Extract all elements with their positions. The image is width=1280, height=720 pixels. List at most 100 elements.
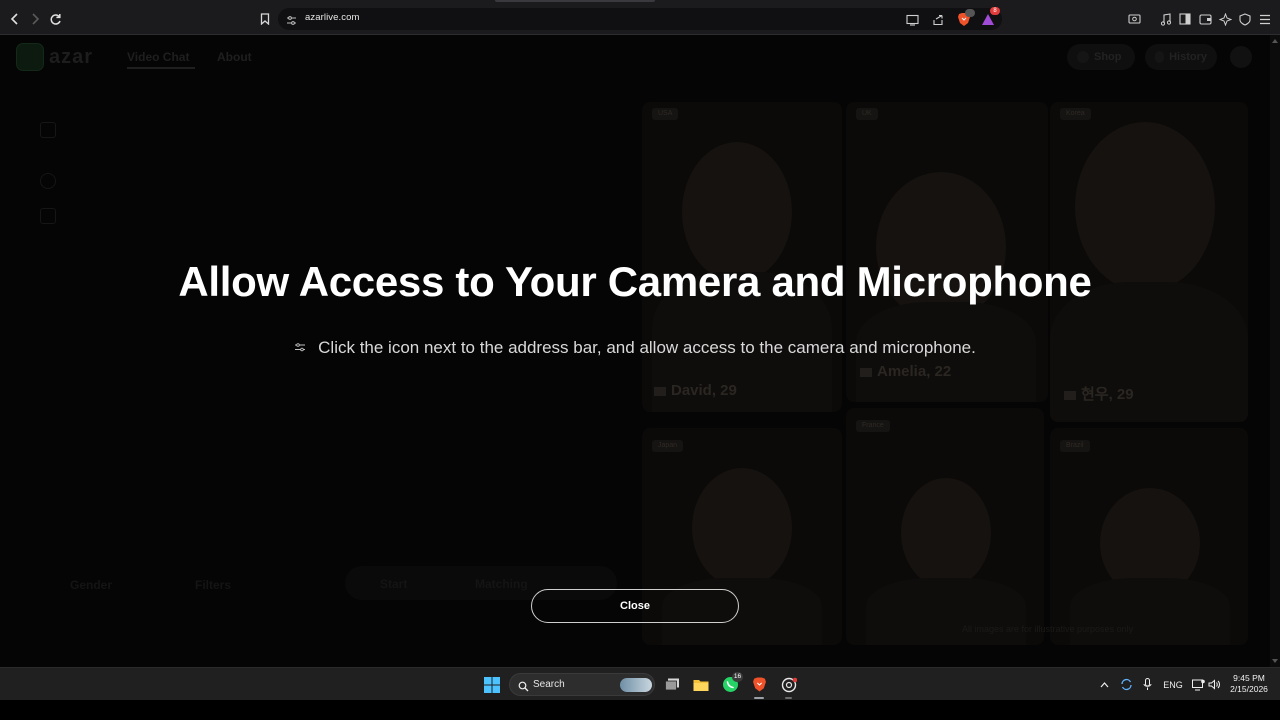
cast-icon[interactable] bbox=[906, 13, 919, 31]
brave-shields-button[interactable] bbox=[954, 4, 975, 34]
show-hidden-icons-button[interactable] bbox=[1097, 668, 1111, 701]
speaker-icon bbox=[1208, 679, 1220, 690]
brave-rewards-button[interactable]: 8 bbox=[978, 4, 1000, 34]
close-button[interactable]: Close bbox=[531, 589, 739, 623]
nav-video-chat[interactable]: Video Chat bbox=[127, 50, 189, 64]
start-label: Start bbox=[380, 577, 408, 591]
active-app-indicator bbox=[754, 697, 764, 699]
filters-button[interactable]: Filters bbox=[195, 578, 231, 592]
description-text: Click the icon next to the address bar, … bbox=[318, 338, 976, 357]
brave-shields-badge bbox=[965, 9, 975, 17]
language-label: ENG bbox=[1163, 679, 1183, 690]
microphone-icon bbox=[1143, 678, 1151, 690]
menu-button[interactable] bbox=[1255, 4, 1275, 34]
tile-photo-face bbox=[901, 478, 991, 588]
share-icon[interactable] bbox=[932, 13, 944, 31]
address-bar[interactable]: azarlive.com bbox=[278, 8, 1002, 30]
permission-modal-title: Allow Access to Your Camera and Micropho… bbox=[178, 258, 1092, 305]
clock-date: 2/15/2026 bbox=[1230, 684, 1268, 694]
azar-logo-text: azar bbox=[49, 45, 94, 68]
permission-modal-description: Click the icon next to the address bar, … bbox=[0, 338, 1270, 358]
language-indicator[interactable]: ENG bbox=[1162, 668, 1184, 701]
windows-logo-icon bbox=[484, 676, 500, 693]
sparkle-icon bbox=[1218, 12, 1232, 26]
media-button[interactable] bbox=[1156, 4, 1176, 34]
windows-taskbar: Search 16 ENG 9:45 PM 2/15/2026 bbox=[0, 667, 1280, 701]
tile-country-tag: Japan bbox=[652, 440, 684, 452]
folder-icon bbox=[693, 679, 709, 691]
gender-filter-button[interactable]: Gender bbox=[70, 578, 112, 592]
reload-icon bbox=[50, 13, 61, 25]
taskbar-search-box[interactable]: Search bbox=[509, 673, 655, 696]
hamburger-menu-icon bbox=[1260, 14, 1270, 24]
search-highlight-image bbox=[620, 678, 652, 692]
tile-name: Amelia, 22 bbox=[860, 363, 951, 380]
profile-tile: Brazil bbox=[1050, 428, 1248, 645]
nav-active-underline bbox=[127, 67, 195, 69]
browser-toolbar: azarlive.com 8 bbox=[0, 4, 1280, 35]
fullscreen-icon[interactable] bbox=[40, 122, 56, 138]
tile-name-text: Amelia, 22 bbox=[877, 363, 952, 380]
flag-icon bbox=[1064, 390, 1076, 400]
url-text[interactable]: azarlive.com bbox=[305, 12, 360, 23]
rewards-count-badge: 8 bbox=[990, 7, 1000, 15]
start-button[interactable] bbox=[482, 668, 502, 701]
screenshot-icon bbox=[1127, 14, 1141, 24]
page-scrollbar[interactable] bbox=[1270, 35, 1280, 667]
network-tray-button[interactable] bbox=[1190, 668, 1206, 701]
tile-photo-body bbox=[1070, 578, 1230, 645]
reload-button[interactable] bbox=[45, 4, 65, 34]
history-button[interactable]: History bbox=[1145, 44, 1217, 70]
microphone-tray-button[interactable] bbox=[1140, 668, 1154, 701]
matching-label: Matching bbox=[475, 577, 528, 591]
forward-button[interactable] bbox=[25, 4, 45, 34]
back-button[interactable] bbox=[5, 4, 25, 34]
bookmark-button[interactable] bbox=[255, 4, 275, 34]
active-tab-indicator[interactable] bbox=[495, 0, 655, 2]
shop-button[interactable]: Shop bbox=[1067, 44, 1135, 70]
shield-icon bbox=[1239, 12, 1251, 26]
task-view-button[interactable] bbox=[663, 668, 681, 701]
sync-tray-button[interactable] bbox=[1118, 668, 1134, 701]
volume-tray-button[interactable] bbox=[1207, 668, 1221, 701]
chevron-up-icon bbox=[1100, 681, 1108, 687]
shop-label: Shop bbox=[1094, 51, 1122, 63]
profile-avatar[interactable] bbox=[1230, 46, 1252, 68]
sticker-icon[interactable] bbox=[40, 208, 56, 224]
image-credit-text: All images are for illustrative purposes… bbox=[962, 624, 1134, 634]
profile-tile: USA David, 29 bbox=[642, 102, 842, 412]
taskbar-clock[interactable]: 9:45 PM 2/15/2026 bbox=[1224, 673, 1274, 695]
tile-country-tag: France bbox=[856, 420, 890, 432]
clock-time: 9:45 PM bbox=[1233, 673, 1265, 683]
back-arrow-icon bbox=[10, 13, 18, 25]
tune-settings-icon bbox=[294, 337, 306, 357]
nav-about[interactable]: About bbox=[217, 50, 252, 64]
tile-name-text: David, 29 bbox=[671, 382, 737, 399]
running-app-indicator bbox=[785, 697, 792, 699]
history-label: History bbox=[1169, 51, 1207, 63]
sidebar-button[interactable] bbox=[1175, 4, 1195, 34]
tile-country-tag: UK bbox=[856, 108, 878, 120]
tile-country-tag: Korea bbox=[1060, 108, 1091, 120]
scroll-up-arrow-icon[interactable] bbox=[1272, 39, 1278, 43]
effects-wand-icon[interactable] bbox=[40, 173, 56, 189]
azar-logo[interactable]: azar bbox=[16, 43, 102, 71]
site-settings-tune-icon[interactable] bbox=[286, 13, 297, 31]
file-explorer-button[interactable] bbox=[691, 668, 711, 701]
whatsapp-notification-badge: 16 bbox=[732, 672, 743, 682]
screenshot-button[interactable] bbox=[1124, 4, 1144, 34]
tile-photo-face bbox=[692, 468, 792, 588]
history-icon bbox=[1155, 51, 1165, 63]
vpn-button[interactable] bbox=[1235, 4, 1255, 34]
leo-ai-button[interactable] bbox=[1215, 4, 1235, 34]
tile-photo-body bbox=[866, 578, 1026, 645]
bookmark-icon bbox=[260, 13, 270, 25]
openai-icon bbox=[781, 677, 797, 692]
search-label: Search bbox=[533, 679, 565, 690]
scroll-down-arrow-icon[interactable] bbox=[1272, 659, 1278, 663]
search-icon bbox=[518, 679, 529, 697]
flag-icon bbox=[654, 386, 666, 396]
forward-arrow-icon bbox=[32, 13, 40, 25]
wallet-button[interactable] bbox=[1195, 4, 1215, 34]
flag-icon bbox=[860, 367, 872, 377]
